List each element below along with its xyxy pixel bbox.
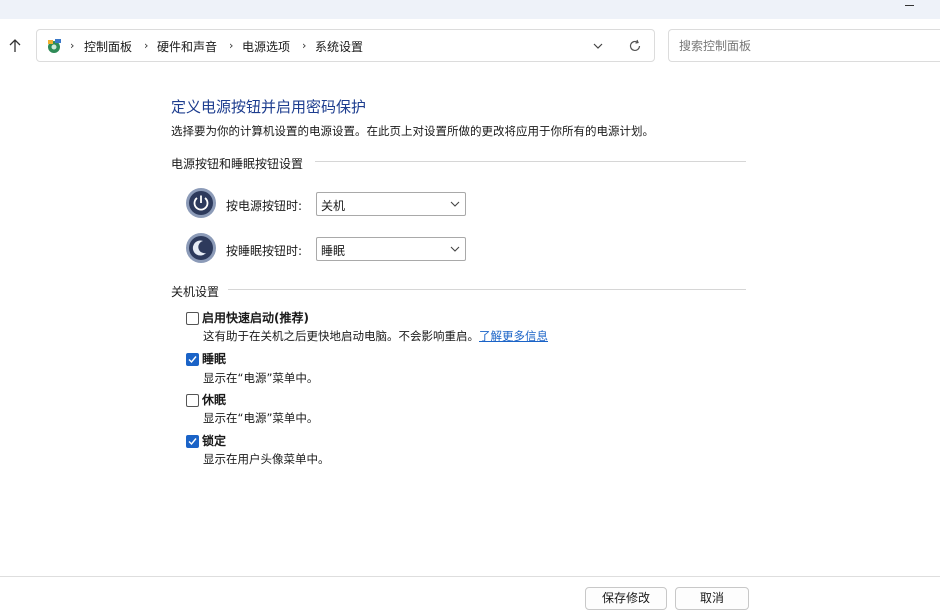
refresh-icon[interactable] [628,39,642,53]
page-title: 定义电源按钮并启用密码保护 [171,98,367,116]
sleep-option-title: 睡眠 [202,352,227,366]
checkmark-icon [188,356,197,364]
power-button-dropdown[interactable]: 关机 [316,192,466,216]
breadcrumb-separator-icon: › [144,39,149,52]
sleep-button-value: 睡眠 [321,244,346,258]
chevron-down-icon [450,246,460,252]
search-box[interactable] [668,29,940,62]
save-changes-button[interactable]: 保存修改 [585,587,667,610]
breadcrumb-system-settings[interactable]: 系统设置 [315,38,363,55]
control-panel-icon [48,39,61,53]
breadcrumb-hardware-sound[interactable]: 硬件和声音 [157,38,217,55]
sleep-button-icon [186,233,216,263]
hibernate-checkbox[interactable] [186,394,199,407]
hibernate-option-description: 显示在“电源”菜单中。 [203,411,319,425]
power-button-icon [186,188,216,218]
fast-startup-checkbox[interactable] [186,312,199,325]
lock-checkbox[interactable] [186,435,199,448]
address-bar[interactable]: › 控制面板 › 硬件和声音 › 电源选项 › 系统设置 [36,29,655,62]
search-input[interactable] [677,38,921,54]
shutdown-section-heading: 关机设置 [171,285,220,299]
title-bar [0,0,940,19]
lock-option-title: 锁定 [202,434,227,448]
power-button-value: 关机 [321,199,346,213]
breadcrumb-control-panel[interactable]: 控制面板 [84,38,132,55]
sleep-button-label: 按睡眠按钮时: [226,244,303,258]
fast-startup-desc-text: 这有助于在关机之后更快地启动电脑。不会影响重启。 [203,329,479,343]
section-divider [228,289,746,290]
learn-more-link[interactable]: 了解更多信息 [479,329,548,343]
lock-option-description: 显示在用户头像菜单中。 [203,452,330,466]
chevron-down-icon[interactable] [592,40,604,52]
power-button-label: 按电源按钮时: [226,199,303,213]
breadcrumb-separator-icon: › [302,39,307,52]
footer-divider [0,576,940,577]
sleep-checkbox[interactable] [186,353,199,366]
breadcrumb-power-options[interactable]: 电源选项 [242,38,290,55]
sleep-button-dropdown[interactable]: 睡眠 [316,237,466,261]
section-divider [315,161,746,162]
checkmark-icon [188,438,197,446]
up-arrow-icon[interactable] [8,38,22,54]
sleep-option-description: 显示在“电源”菜单中。 [203,371,319,385]
cancel-button[interactable]: 取消 [675,587,749,610]
chevron-down-icon [450,201,460,207]
fast-startup-description: 这有助于在关机之后更快地启动电脑。不会影响重启。了解更多信息 [203,328,548,344]
power-buttons-section-heading: 电源按钮和睡眠按钮设置 [171,157,304,171]
breadcrumb-separator-icon: › [70,39,75,52]
page-description: 选择要为你的计算机设置的电源设置。在此页上对设置所做的更改将应用于你所有的电源计… [171,124,654,138]
breadcrumb-separator-icon: › [229,39,234,52]
fast-startup-title: 启用快速启动(推荐) [202,311,309,325]
minimize-icon[interactable] [905,5,914,6]
hibernate-option-title: 休眠 [202,393,227,407]
